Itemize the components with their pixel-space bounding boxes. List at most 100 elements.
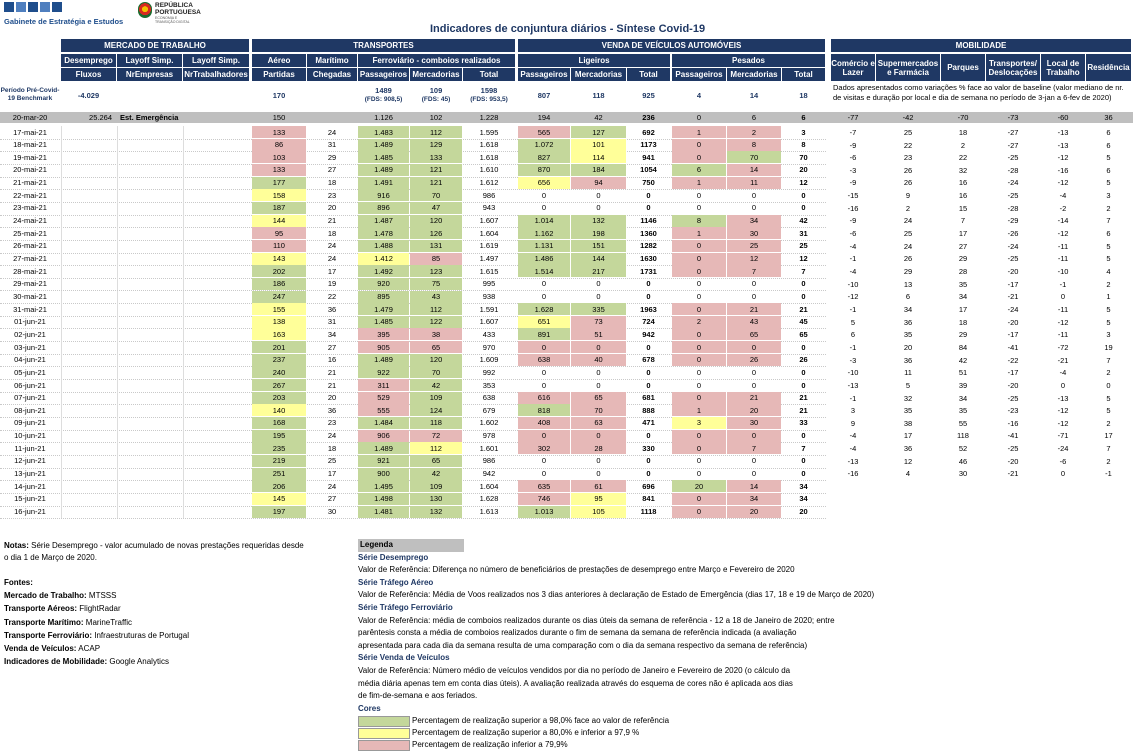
row-partidas: 103 [252,151,306,164]
row-p-pass: 0 [696,380,702,390]
row-m-super: 29 [903,266,913,276]
row-f-pass: 900 [358,467,409,480]
row-f-merc: 118 [410,416,462,429]
row-empty-cell [117,454,182,468]
row-m-residencia: 5 [1106,178,1111,188]
col-local: Local de Trabalho [1041,54,1085,81]
row-f-total: 1.618 [479,152,499,162]
row-l-pass: 638 [518,353,570,366]
row-m-super: 25 [903,127,913,137]
row-empty-cell [61,505,116,519]
col-f-passageiros: Passageiros [358,68,409,81]
emergency-f-total: 1.228 [479,113,499,122]
row-l-pass: 0 [541,456,547,466]
row-m-comercio: -6 [849,153,857,163]
row-m-transportes: -20 [1007,380,1019,390]
row-empty-cell [117,252,182,266]
row-partidas: 133 [252,163,306,176]
row-m-comercio: -6 [849,229,857,238]
row-empty-cell [117,163,182,177]
row-partidas: 86 [252,138,306,151]
emergency-m-residencia: 36 [1104,113,1113,122]
legend: Legenda Série Desemprego Valor de Referê… [358,539,918,751]
row-f-merc: 123 [410,265,462,278]
row-m-transportes: -26 [1007,229,1019,238]
row-l-merc: 335 [571,303,626,316]
row-f-total: 1.609 [479,355,499,365]
row-p-merc: 12 [727,252,781,265]
row-partidas: 110 [252,239,306,252]
coat-of-arms-icon [138,2,152,18]
row-m-parques: 84 [958,342,968,352]
row-partidas: 163 [252,328,306,341]
row-l-total: 1173 [640,140,657,150]
row-l-total: 0 [646,469,651,479]
row-empty-cell [183,189,249,202]
emergency-p-pass: 0 [696,113,702,122]
row-m-comercio: -13 [847,380,859,390]
row-empty-cell [117,126,182,139]
row-chegadas: 24 [327,127,337,137]
legend-yellow-text: Percentagem de realização superior a 80,… [412,728,640,738]
row-f-total: 1.602 [479,418,499,428]
row-m-residencia [1086,480,1131,493]
row-m-local: -24 [1057,444,1069,454]
row-l-pass: 656 [518,176,570,189]
sub-ligeiros: Ligeiros [518,54,670,67]
row-m-residencia: 5 [1106,317,1111,327]
col-l-total: Total [627,68,670,81]
benchmark-p-pass: 4 [696,90,702,100]
emergency-label: Est. Emergência [120,113,179,122]
row-p-total: 0 [801,190,806,200]
rep-line2: PORTUGUESA [155,9,201,16]
row-m-super: 26 [903,254,913,264]
row-empty-cell [183,328,249,342]
row-l-merc: 132 [571,214,626,227]
col-nrempresas: NrEmpresas [117,68,182,81]
row-f-total: 942 [482,469,496,479]
sub-layoff1: Layoff Simp. [117,54,182,67]
legend-yellow-row: Percentagem de realização superior a 80,… [358,727,918,739]
row-m-comercio: -9 [849,178,857,188]
row-m-local: 0 [1060,469,1066,479]
col-partidas: Partidas [252,68,306,81]
row-m-super: 6 [905,292,911,302]
row-m-transportes: -24 [1007,178,1019,188]
row-p-pass: 0 [696,292,702,302]
sub-desemprego: Desemprego [61,54,116,67]
row-p-merc: 65 [727,328,781,341]
row-m-comercio: -1 [849,393,857,403]
row-p-pass: 2 [672,315,726,328]
row-date: 08-jun-21 [14,405,46,415]
row-date: 21-mai-21 [13,178,47,188]
row-partidas: 267 [252,379,306,392]
row-m-residencia: 3 [1106,191,1111,201]
row-l-pass: 0 [518,429,570,442]
row-p-merc: 0 [751,367,757,377]
col-fluxos: Fluxos [61,68,116,81]
col-l-passageiros: Passageiros [518,68,570,81]
row-m-super: 36 [903,444,913,454]
row-p-pass: 0 [672,239,726,252]
row-m-transportes: -20 [1007,266,1019,276]
row-f-merc: 130 [410,492,462,505]
row-l-merc: 0 [596,190,601,200]
row-m-parques: 15 [958,203,968,213]
row-p-pass: 0 [672,353,726,366]
row-chegadas: 18 [327,228,337,238]
row-date: 03-jun-21 [14,342,46,352]
legend-veic-text3: de fim-de-semana e aos feriados. [358,691,478,701]
row-empty-cell [61,467,116,481]
row-m-parques: 16 [958,191,968,201]
row-f-total: 943 [482,203,496,213]
row-f-total: 1.497 [479,254,499,264]
green-swatch [358,715,410,727]
row-m-local [1041,506,1085,519]
row-l-merc: 65 [571,391,626,404]
row-p-merc: 0 [751,279,757,289]
row-m-local [1041,493,1085,506]
row-m-local: -2 [1059,203,1067,213]
row-chegadas: 36 [327,304,337,314]
row-f-total: 986 [482,190,496,200]
row-date: 27-mai-21 [13,254,47,264]
